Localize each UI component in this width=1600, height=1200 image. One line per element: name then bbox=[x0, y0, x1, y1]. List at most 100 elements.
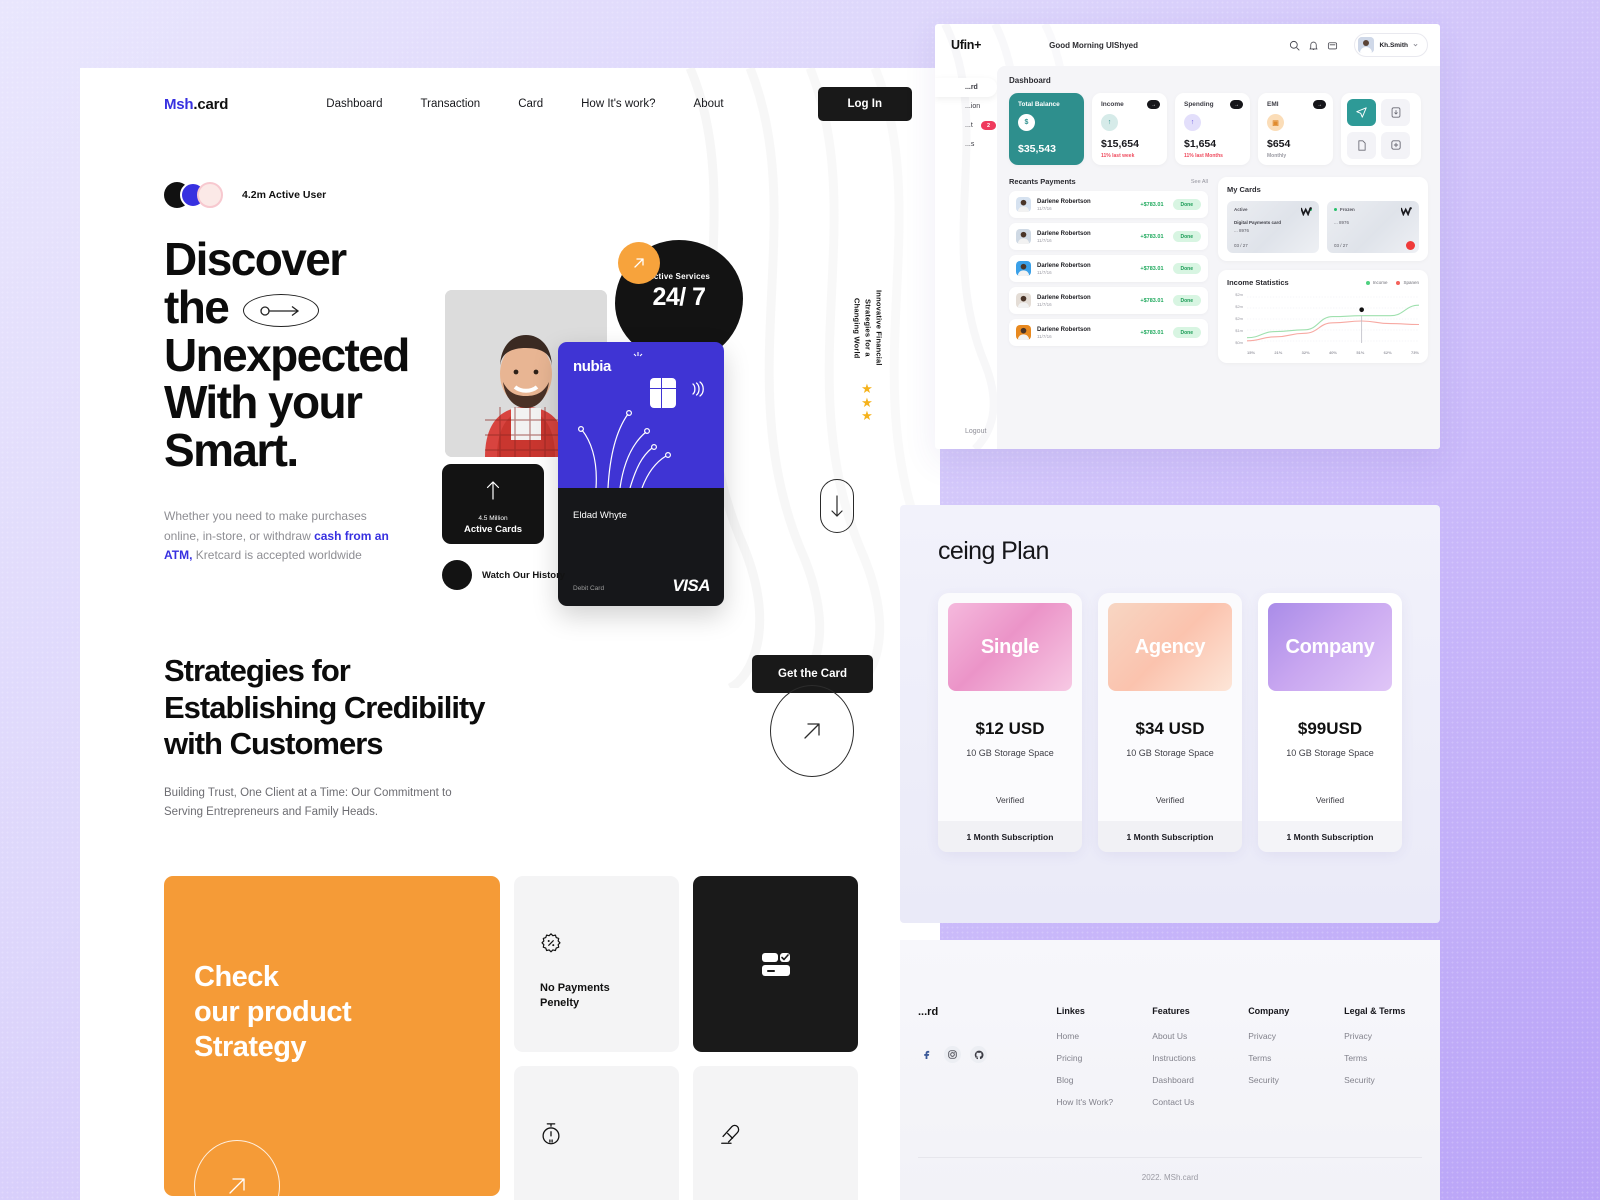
status-dot bbox=[1334, 208, 1337, 211]
sidebar-item-settings[interactable]: ...s bbox=[935, 135, 997, 154]
plan-hero: Company bbox=[1268, 603, 1392, 691]
payment-row[interactable]: Darlene Robertson 11/7/16 +$783.01 Done bbox=[1009, 223, 1208, 250]
footer-link[interactable]: How It's Work? bbox=[1056, 1097, 1152, 1107]
search-icon[interactable] bbox=[1289, 40, 1301, 51]
arrow-pill-icon bbox=[243, 294, 320, 328]
sidebar-item-notifications[interactable]: ...t 2 bbox=[935, 116, 997, 135]
footer-link[interactable]: Pricing bbox=[1056, 1053, 1152, 1063]
plan-hero: Agency bbox=[1108, 603, 1232, 691]
sidebar-item-transaction[interactable]: ...ion bbox=[935, 97, 997, 116]
document-button[interactable] bbox=[1347, 131, 1376, 159]
footer-link[interactable]: Dashboard bbox=[1152, 1075, 1248, 1085]
stat-card-income[interactable]: Income → ↑ $15,654 11% last week bbox=[1092, 93, 1167, 165]
avatar bbox=[1016, 293, 1031, 308]
plan-company[interactable]: Company $99USD 10 GB Storage Space Verif… bbox=[1258, 593, 1402, 852]
nav-item-dashboard[interactable]: Dashboard bbox=[326, 98, 382, 110]
footer-link[interactable]: Home bbox=[1056, 1031, 1152, 1041]
instagram-icon[interactable] bbox=[944, 1046, 961, 1063]
footer-link[interactable]: Contact Us bbox=[1152, 1097, 1248, 1107]
message-icon[interactable] bbox=[1327, 40, 1338, 51]
footer-link[interactable]: Security bbox=[1248, 1075, 1344, 1085]
hero-paragraph: Whether you need to make purchases onlin… bbox=[164, 507, 396, 565]
dashboard-logo[interactable]: Ufin+ bbox=[951, 38, 981, 52]
facebook-icon[interactable] bbox=[918, 1046, 935, 1063]
card-check-icon bbox=[761, 952, 790, 976]
user-menu[interactable]: Kh.Smith bbox=[1354, 33, 1428, 57]
plan-agency[interactable]: Agency $34 USD 10 GB Storage Space Verif… bbox=[1098, 593, 1242, 852]
stat-value: $35,543 bbox=[1018, 143, 1056, 155]
logout-button[interactable]: Logout bbox=[965, 428, 986, 435]
plan-single[interactable]: Single $12 USD 10 GB Storage Space Verif… bbox=[938, 593, 1082, 852]
chart-title: Income Statistics bbox=[1227, 278, 1289, 287]
footer-link[interactable]: Terms bbox=[1344, 1053, 1440, 1063]
footer-link[interactable]: Security bbox=[1344, 1075, 1440, 1085]
login-button[interactable]: Log In bbox=[817, 87, 912, 121]
add-button[interactable] bbox=[1381, 131, 1410, 159]
plan-subscribe-button[interactable]: 1 Month Subscription bbox=[1098, 821, 1242, 852]
stat-card-total-balance[interactable]: Total Balance $ $35,543 bbox=[1009, 93, 1084, 165]
active-users-badge: 4.2m Active User bbox=[164, 182, 940, 208]
footer-copyright: 2022. MSh.card bbox=[1141, 1173, 1199, 1182]
sidebar-item-dashboard[interactable]: ...rd bbox=[935, 78, 997, 97]
plan-price: $99USD bbox=[1297, 719, 1363, 738]
stat-card-emi[interactable]: EMI → ▣ $654 Monthly bbox=[1258, 93, 1333, 165]
scroll-down-button[interactable] bbox=[820, 479, 854, 533]
brand-logo-rest: .card bbox=[193, 95, 229, 113]
payment-row[interactable]: Darlene Robertson 11/7/16 +$783.01 Done bbox=[1009, 287, 1208, 314]
arrow-up-right-button[interactable] bbox=[618, 242, 660, 284]
plan-subscribe-button[interactable]: 1 Month Subscription bbox=[1258, 821, 1402, 852]
plan-subscribe-button[interactable]: 1 Month Subscription bbox=[938, 821, 1082, 852]
section2-title-l2: Establishing Credibility bbox=[164, 689, 485, 725]
section2-arrow-button[interactable] bbox=[770, 685, 854, 778]
footer-link[interactable]: Instructions bbox=[1152, 1053, 1248, 1063]
arrow-up-icon bbox=[486, 481, 500, 500]
brand-logo[interactable]: Msh.card bbox=[164, 96, 228, 113]
my-card-frozen[interactable]: Frozen ... 8976 03 / 27 bbox=[1327, 201, 1419, 253]
strategy-card[interactable]: Check our product Strategy bbox=[164, 875, 500, 1200]
topbar-icons: Kh.Smith bbox=[1289, 33, 1428, 57]
plan-verified: Verified bbox=[1315, 795, 1345, 805]
footer-link[interactable]: About Us bbox=[1152, 1031, 1248, 1041]
payment-row[interactable]: Darlene Robertson 11/7/16 +$783.01 Done bbox=[1009, 191, 1208, 218]
active-cards-label: Active Cards bbox=[463, 524, 523, 535]
arrow-right-icon[interactable]: → bbox=[1230, 100, 1243, 109]
feature-card-no-penalty[interactable]: No Payments Penelty bbox=[514, 875, 679, 1052]
nav-item-transaction[interactable]: Transaction bbox=[421, 98, 481, 110]
feature-card-tag[interactable] bbox=[693, 1065, 858, 1200]
arrow-right-icon[interactable]: → bbox=[1313, 100, 1326, 109]
chart-y-axis: $2m $2m $2m $1m $0m bbox=[1235, 292, 1243, 345]
payment-row[interactable]: Darlene Robertson 11/7/16 +$783.01 Done bbox=[1009, 255, 1208, 282]
strategy-arrow-button[interactable] bbox=[194, 1139, 280, 1200]
income-icon: ↑ bbox=[1101, 114, 1118, 131]
feature-card-timer[interactable] bbox=[514, 1065, 679, 1200]
payment-date: 11/7/16 bbox=[1037, 237, 1052, 243]
credit-card-front: nubia bbox=[558, 342, 724, 488]
nav-item-how-it-works[interactable]: How It's work? bbox=[581, 98, 655, 110]
footer-link[interactable]: Privacy bbox=[1344, 1031, 1440, 1041]
payment-row[interactable]: Darlene Robertson 11/7/16 +$783.01 Done bbox=[1009, 319, 1208, 346]
see-all-link[interactable]: See All bbox=[1191, 179, 1208, 185]
github-icon[interactable] bbox=[970, 1046, 987, 1063]
send-button[interactable] bbox=[1347, 99, 1376, 126]
plan-price: $34 USD bbox=[1135, 719, 1205, 738]
dashboard-greeting: Good Morning UIShyed bbox=[1049, 40, 1138, 50]
stat-cards: Total Balance $ $35,543 Income → ↑ $15,6… bbox=[1009, 93, 1428, 165]
feature-card-verified-payments[interactable] bbox=[693, 875, 858, 1052]
download-button[interactable] bbox=[1381, 99, 1410, 126]
avatar bbox=[1016, 261, 1031, 276]
legend-label: Spanen bbox=[1403, 280, 1419, 285]
footer-link[interactable]: Terms bbox=[1248, 1053, 1344, 1063]
nav-item-card[interactable]: Card bbox=[518, 98, 543, 110]
bell-icon[interactable] bbox=[1308, 40, 1319, 51]
stat-card-spending[interactable]: Spending → ↑ $1,654 11% last Months bbox=[1175, 93, 1250, 165]
section2-paragraph: Building Trust, One Client at a Time: Ou… bbox=[164, 787, 452, 818]
footer-link[interactable]: Privacy bbox=[1248, 1031, 1344, 1041]
arrow-right-icon[interactable]: → bbox=[1147, 100, 1160, 109]
pricing-section: ceing Plan Single $12 USD 10 GB Storage … bbox=[900, 505, 1440, 923]
my-card-active[interactable]: Active Digital Payments card ... 8976 03… bbox=[1227, 201, 1319, 253]
nav-item-about[interactable]: About bbox=[694, 98, 724, 110]
avatar bbox=[1016, 229, 1031, 244]
footer-link[interactable]: Blog bbox=[1056, 1075, 1152, 1085]
spending-icon: ↑ bbox=[1184, 114, 1201, 131]
plan-storage: 10 GB Storage Space bbox=[966, 748, 1054, 758]
